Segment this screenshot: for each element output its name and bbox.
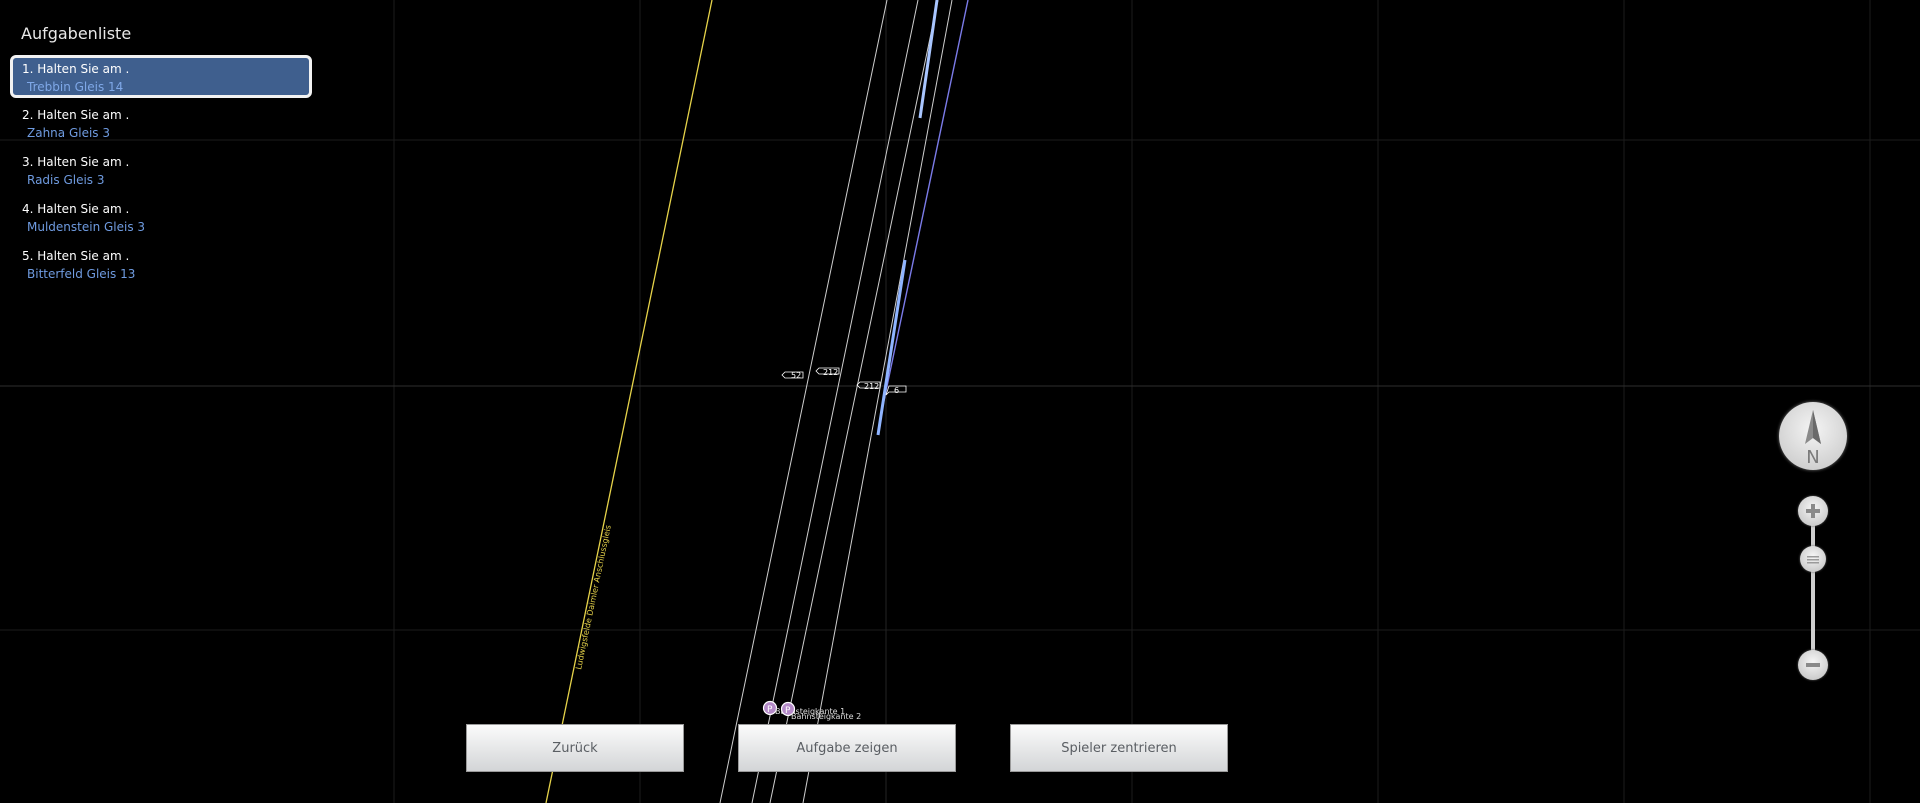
task-location: Muldenstein Gleis 3 (27, 220, 146, 234)
task-item-4[interactable]: 4. Halten Sie am . Muldenstein Gleis 3 (10, 196, 312, 239)
task-location: Bitterfeld Gleis 13 (27, 267, 136, 281)
back-button[interactable]: Zurück (466, 724, 684, 772)
task-instruction: 4. Halten Sie am . (22, 202, 130, 216)
task-item-3[interactable]: 3. Halten Sie am . Radis Gleis 3 (10, 149, 312, 192)
track-line (769, 0, 939, 803)
signal-marker: 52 (781, 371, 804, 380)
slider-grip-icon (1807, 555, 1819, 564)
track-line (802, 0, 953, 803)
task-location: Zahna Gleis 3 (27, 126, 111, 140)
task-instruction: 3. Halten Sie am . (22, 155, 130, 169)
signal-marker: 212 (815, 367, 840, 377)
active-track-line (918, 0, 939, 119)
svg-text:6: 6 (894, 386, 899, 395)
task-item-5[interactable]: 5. Halten Sie am . Bitterfeld Gleis 13 (10, 243, 312, 286)
compass-label: N (1806, 447, 1819, 468)
track-line (719, 0, 888, 803)
siding-track (545, 0, 713, 803)
svg-text:Bahnsteigkante 2: Bahnsteigkante 2 (791, 712, 861, 721)
svg-text:52: 52 (791, 371, 801, 380)
task-instruction: 5. Halten Sie am . (22, 249, 130, 263)
task-instruction: 2. Halten Sie am . (22, 108, 130, 122)
task-list-panel: Aufgabenliste 1. Halten Sie am . Trebbin… (10, 20, 320, 290)
task-item-2[interactable]: 2. Halten Sie am . Zahna Gleis 3 (10, 102, 312, 145)
plus-icon (1806, 504, 1820, 518)
task-item-1[interactable]: 1. Halten Sie am . Trebbin Gleis 14 (10, 55, 312, 98)
show-task-button[interactable]: Aufgabe zeigen (738, 724, 956, 772)
rail-tracks (545, 0, 969, 803)
track-label: Ludwigsfelde Daimler Anschlussgleis (574, 524, 613, 670)
compass-north-button[interactable]: N (1779, 402, 1847, 470)
platform-markers[interactable]: P Bahnsteigkante 1 P Bahnsteigkante 2 (762, 700, 862, 722)
zoom-out-button[interactable] (1798, 650, 1828, 680)
svg-text:212: 212 (864, 382, 879, 391)
task-location: Trebbin Gleis 14 (27, 80, 124, 94)
zoom-in-button[interactable] (1798, 496, 1828, 526)
svg-text:212: 212 (823, 368, 838, 377)
zoom-slider-thumb[interactable] (1800, 545, 1826, 572)
center-player-button[interactable]: Spieler zentrieren (1010, 724, 1228, 772)
compass-icon: N (1805, 410, 1821, 468)
track-line (751, 0, 919, 803)
minus-icon (1806, 663, 1820, 667)
active-track-line (876, 259, 907, 436)
task-instruction: 1. Halten Sie am . (22, 62, 130, 76)
task-list-title: Aufgabenliste (21, 24, 132, 43)
svg-text:P: P (767, 705, 773, 715)
task-location: Radis Gleis 3 (27, 173, 105, 187)
signal-marker: 6 (885, 385, 907, 396)
zoom-slider-track[interactable] (1811, 515, 1815, 663)
